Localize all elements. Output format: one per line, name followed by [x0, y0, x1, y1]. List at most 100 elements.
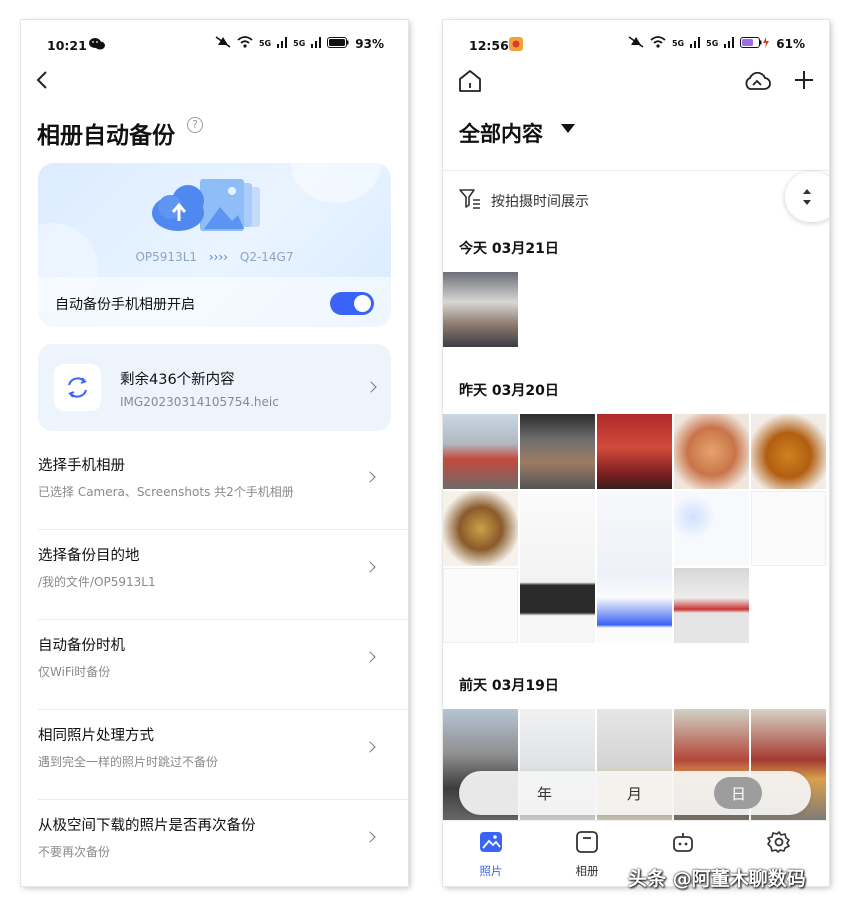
setting-title: 自动备份时机	[38, 638, 125, 654]
photo-thumbnail[interactable]	[674, 414, 749, 489]
watermark: 头条 @阿董木聊数码	[628, 868, 806, 890]
photo-thumbnail[interactable]	[443, 491, 518, 566]
time-scale-switch: 年 月 日	[459, 771, 811, 815]
setting-title: 相同照片处理方式	[38, 728, 154, 744]
signal-bars-icon-2	[311, 36, 322, 51]
signal-5g-icon-2: 5G	[706, 39, 719, 48]
back-button[interactable]	[35, 70, 55, 90]
tab-assistant[interactable]	[653, 831, 713, 863]
cloud-button[interactable]	[743, 70, 771, 96]
robot-icon	[673, 833, 693, 852]
remaining-card[interactable]: 剩余436个新内容 IMG20230314105754.heic	[38, 344, 391, 431]
transfer-arrows: ››››	[208, 250, 232, 264]
time-scale-year[interactable]: 年	[537, 783, 552, 804]
chevron-right-icon	[364, 651, 376, 663]
tab-label: 照片	[479, 864, 503, 878]
setting-backup-destination[interactable]: 选择备份目的地 /我的文件/OP5913L1	[38, 530, 408, 620]
right-phone-screen: 12:56 5G 5G 61% 全部内容 按拍摄时间展示 今天 03月21日 昨…	[443, 20, 829, 886]
back-arrow-icon	[36, 71, 47, 89]
help-icon[interactable]: ?	[187, 117, 203, 133]
content-filter-title[interactable]: 全部内容	[459, 118, 543, 148]
photo-thumbnail[interactable]	[751, 414, 826, 489]
remaining-title: 剩余436个新内容	[120, 372, 235, 388]
left-phone-screen: 10:21 5G 5G 93% 相册自动备份 ? OP5913L1 ›››› Q…	[21, 20, 408, 886]
chevron-right-icon	[365, 381, 377, 393]
screenshot-thumbnail[interactable]	[520, 491, 595, 643]
wifi-icon	[650, 36, 666, 51]
cloud-icon	[745, 71, 771, 90]
status-bar: 10:21 5G 5G 93%	[21, 20, 408, 70]
album-icon	[576, 831, 598, 853]
date-section-yesterday: 昨天 03月20日	[459, 383, 559, 399]
wifi-icon	[237, 36, 253, 51]
time-scale-day[interactable]: 日	[731, 783, 746, 804]
caret-down-icon[interactable]	[561, 124, 575, 133]
setting-backup-timing[interactable]: 自动备份时机 仅WiFi时备份	[38, 620, 408, 710]
setting-subtitle: 不要再次备份	[38, 845, 111, 859]
tab-photos[interactable]: 照片	[461, 831, 521, 879]
signal-5g-icon: 5G	[258, 39, 272, 48]
screenshot-thumbnail[interactable]	[674, 491, 749, 566]
cloud-upload-illustration-icon	[152, 179, 260, 231]
date-section-today: 今天 03月21日	[459, 241, 559, 257]
photo-thumbnail[interactable]	[443, 414, 518, 489]
screenshot-thumbnail[interactable]	[597, 491, 672, 643]
decor-bubble	[291, 163, 381, 203]
backup-hero-card: OP5913L1 ›››› Q2-14G7 自动备份手机相册开启	[38, 163, 391, 327]
signal-5g-icon: 5G	[671, 39, 685, 48]
plus-icon	[795, 71, 813, 89]
setting-title: 选择手机相册	[38, 458, 125, 474]
home-icon	[459, 70, 481, 92]
setting-subtitle: 遇到完全一样的照片时跳过不备份	[38, 755, 219, 769]
filter-icon	[459, 189, 481, 213]
sync-icon	[68, 377, 87, 398]
status-bar: 12:56 5G 5G 61%	[443, 20, 829, 70]
target-device: Q2-14G7	[239, 250, 294, 264]
wechat-icon	[89, 37, 105, 54]
chevron-right-icon	[364, 741, 376, 753]
auto-backup-label: 自动备份手机相册开启	[55, 297, 195, 313]
signal-bars-icon	[277, 36, 288, 51]
photo-icon	[480, 832, 502, 852]
setting-subtitle: 仅WiFi时备份	[38, 665, 111, 679]
tab-albums[interactable]: 相册	[557, 831, 617, 879]
time-scale-month[interactable]: 月	[627, 783, 642, 804]
photo-thumbnail[interactable]	[597, 414, 672, 489]
remaining-filename: IMG20230314105754.heic	[120, 395, 279, 409]
setting-redownload-backup[interactable]: 从极空间下载的照片是否再次备份 不要再次备份	[38, 800, 408, 886]
setting-subtitle: /我的文件/OP5913L1	[38, 575, 156, 589]
photo-thumbnail[interactable]	[443, 272, 518, 347]
fast-scroll-handle[interactable]	[785, 172, 829, 222]
setting-duplicate-handling[interactable]: 相同照片处理方式 遇到完全一样的照片时跳过不备份	[38, 710, 408, 800]
screenshot-thumbnail[interactable]	[443, 568, 518, 643]
battery-percent: 61%	[776, 36, 805, 51]
tab-settings[interactable]	[749, 831, 809, 863]
signal-bars-icon-2	[724, 36, 735, 51]
battery-icon	[327, 36, 349, 51]
battery-percent: 93%	[355, 36, 384, 51]
sync-icon-box	[54, 364, 101, 411]
status-icons: 5G 5G 61%	[628, 36, 805, 51]
date-section-day-before: 前天 03月19日	[459, 678, 559, 694]
chevron-right-icon	[364, 471, 376, 483]
sort-filter-row[interactable]: 按拍摄时间展示	[443, 170, 829, 227]
setting-select-album[interactable]: 选择手机相册 已选择 Camera、Screenshots 共2个手机相册	[38, 440, 408, 530]
updown-arrows-icon	[803, 189, 811, 205]
chevron-right-icon	[364, 831, 376, 843]
toggle-knob	[354, 295, 371, 312]
app-notification-icon	[509, 37, 523, 54]
setting-title: 选择备份目的地	[38, 548, 140, 564]
status-time: 12:56	[469, 38, 509, 53]
photo-thumbnail[interactable]	[520, 414, 595, 489]
backup-devices: OP5913L1 ›››› Q2-14G7	[38, 250, 391, 264]
signal-5g-icon-2: 5G	[293, 39, 306, 48]
auto-backup-toggle[interactable]	[330, 292, 374, 315]
screenshot-thumbnail[interactable]	[751, 491, 826, 566]
status-time: 10:21	[47, 38, 87, 53]
mute-icon	[628, 36, 644, 51]
home-button[interactable]	[457, 68, 483, 98]
battery-charging-icon	[740, 36, 770, 51]
setting-subtitle: 已选择 Camera、Screenshots 共2个手机相册	[38, 485, 294, 499]
photo-thumbnail[interactable]	[674, 568, 749, 643]
add-button[interactable]	[793, 69, 815, 95]
